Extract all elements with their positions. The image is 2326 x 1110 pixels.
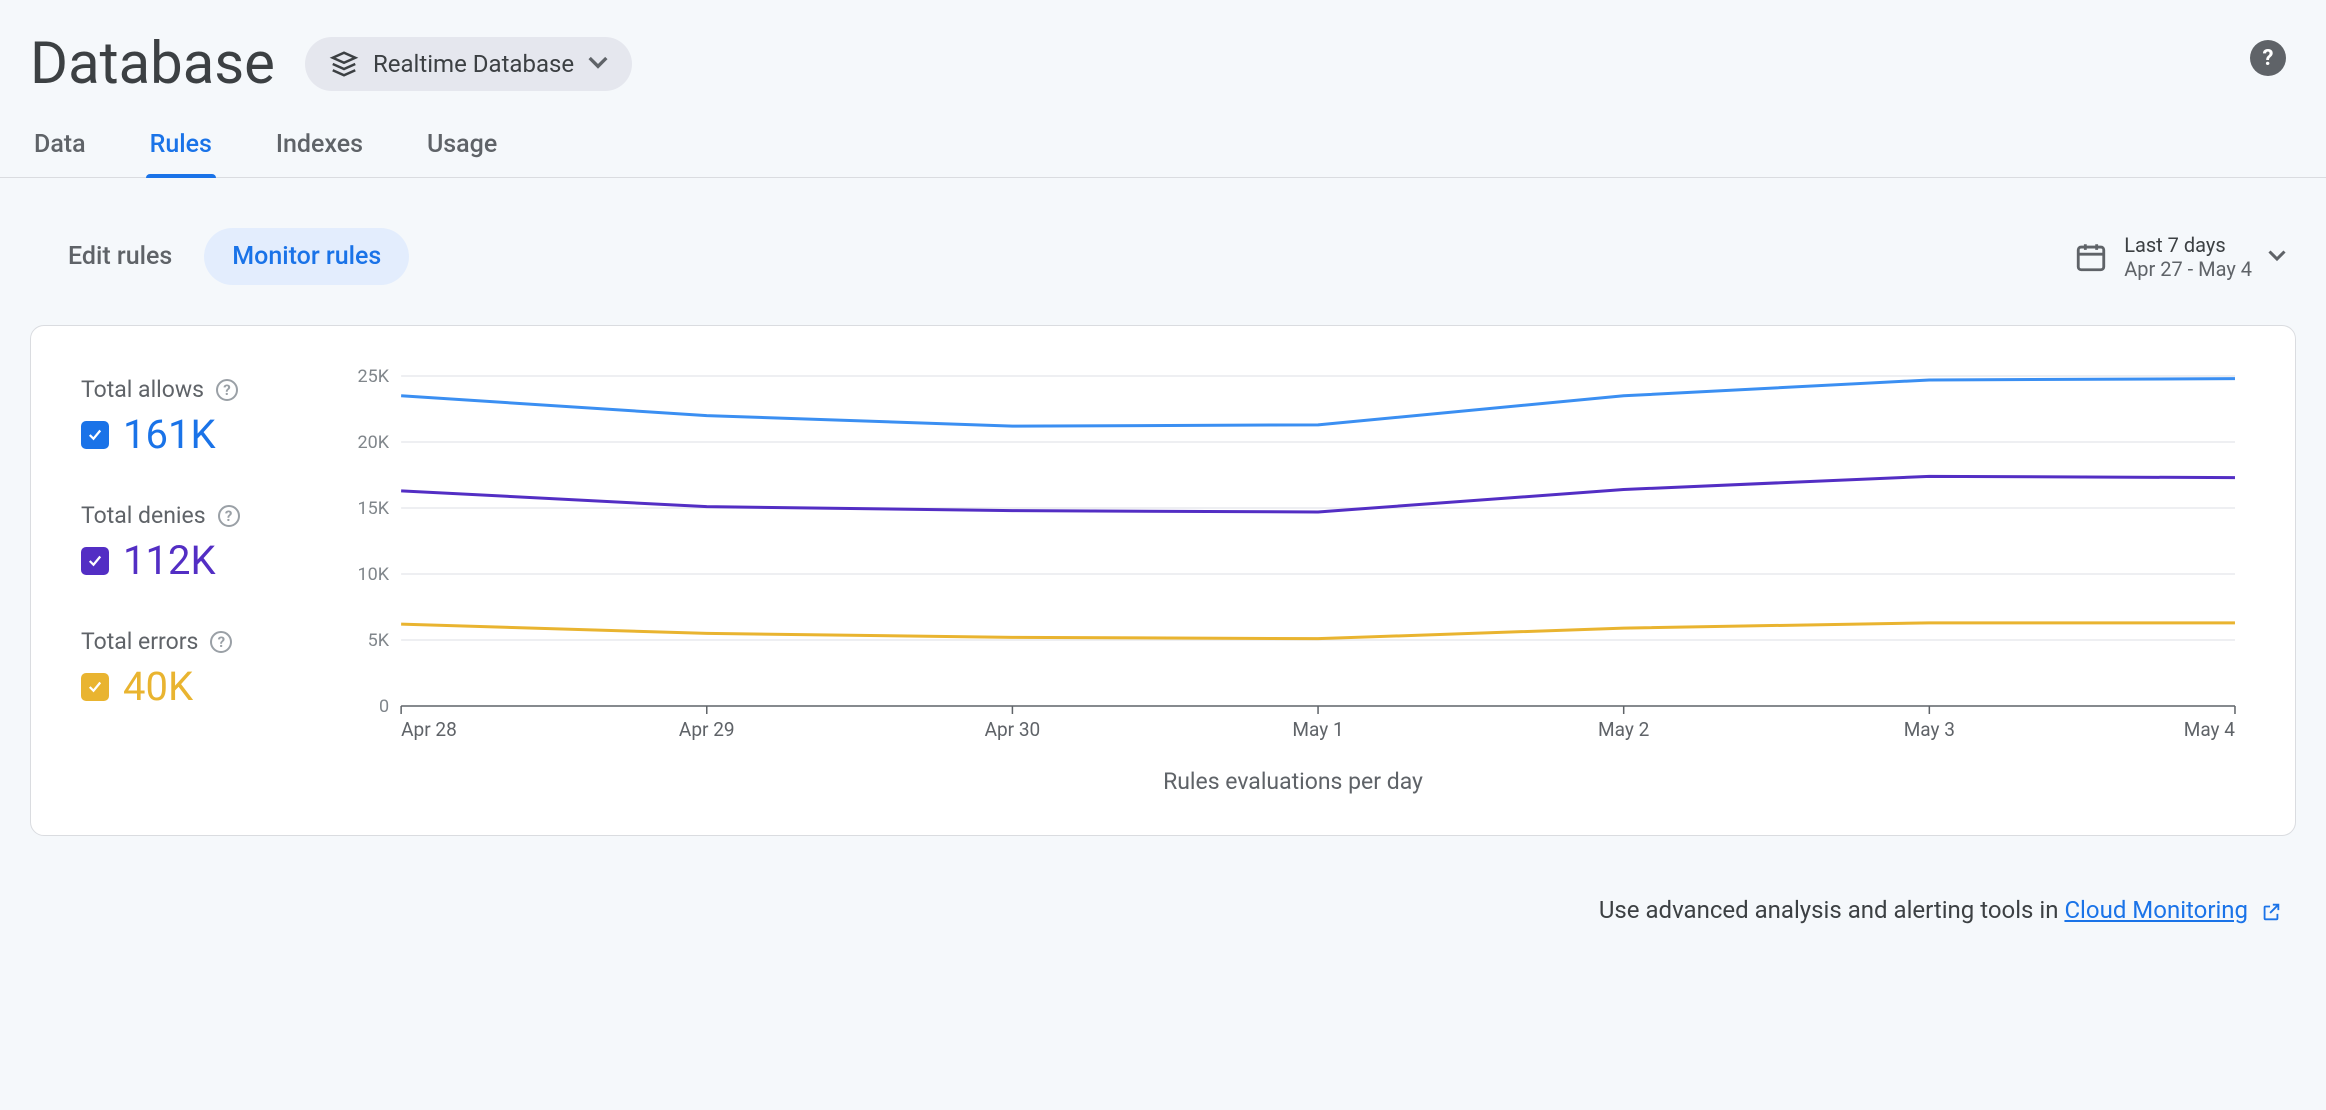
legend-errors-value: 40K [123, 663, 193, 710]
date-range-value: Apr 27 - May 4 [2124, 257, 2252, 281]
svg-text:5K: 5K [368, 630, 390, 651]
tab-data[interactable]: Data [30, 118, 90, 177]
date-range-picker[interactable]: Last 7 days Apr 27 - May 4 [2074, 233, 2286, 281]
database-icon [329, 49, 359, 79]
tab-indexes[interactable]: Indexes [272, 118, 367, 177]
legend-allows-label: Total allows [81, 376, 204, 403]
help-icon[interactable]: ? [218, 505, 240, 527]
svg-text:25K: 25K [358, 366, 390, 387]
legend-denies: Total denies ? 112K [81, 502, 311, 584]
subtab-monitor[interactable]: Monitor rules [204, 228, 409, 285]
help-icon[interactable]: ? [216, 379, 238, 401]
footer-text: Use advanced analysis and alerting tools… [0, 856, 2326, 964]
rules-chart: 0 5K 10K 15K 20K 25K Apr 28 Apr 29 Apr 30 May 1 Ma… [341, 366, 2245, 746]
svg-text:0: 0 [379, 696, 389, 717]
cloud-monitoring-link[interactable]: Cloud Monitoring [2064, 896, 2248, 924]
legend-errors-checkbox[interactable] [81, 673, 109, 701]
chevron-down-icon [2268, 247, 2286, 266]
calendar-icon [2074, 240, 2108, 274]
svg-text:May 2: May 2 [1598, 718, 1649, 741]
legend-denies-label: Total denies [81, 502, 206, 529]
date-range-label: Last 7 days [2124, 233, 2252, 257]
chart-x-label: Rules evaluations per day [341, 768, 2245, 795]
help-icon[interactable]: ? [210, 631, 232, 653]
legend-allows-checkbox[interactable] [81, 421, 109, 449]
chart-card: Total allows ? 161K Total denies ? 112K [30, 325, 2296, 836]
svg-text:Apr 30: Apr 30 [985, 718, 1041, 741]
legend-denies-checkbox[interactable] [81, 547, 109, 575]
sub-tabs: Edit rulesMonitor rules [40, 228, 409, 285]
svg-text:10K: 10K [358, 564, 390, 585]
database-selector-label: Realtime Database [373, 50, 574, 78]
svg-text:Apr 29: Apr 29 [679, 718, 735, 741]
footer-prefix: Use advanced analysis and alerting tools… [1599, 896, 2065, 924]
svg-text:May 4: May 4 [2184, 718, 2236, 741]
tab-rules[interactable]: Rules [146, 118, 216, 177]
help-icon[interactable]: ? [2250, 40, 2286, 76]
svg-text:May 3: May 3 [1904, 718, 1955, 741]
external-link-icon [2260, 901, 2282, 923]
legend-denies-value: 112K [123, 537, 216, 584]
svg-text:20K: 20K [358, 432, 390, 453]
legend-allows-value: 161K [123, 411, 216, 458]
legend-errors-label: Total errors [81, 628, 198, 655]
legend-errors: Total errors ? 40K [81, 628, 311, 710]
svg-text:15K: 15K [358, 498, 390, 519]
chevron-down-icon [588, 55, 608, 74]
database-selector[interactable]: Realtime Database [305, 37, 632, 91]
tab-usage[interactable]: Usage [423, 118, 501, 177]
chart-legend: Total allows ? 161K Total denies ? 112K [81, 366, 311, 795]
legend-allows: Total allows ? 161K [81, 376, 311, 458]
subtab-edit[interactable]: Edit rules [40, 228, 200, 285]
svg-text:May 1: May 1 [1292, 718, 1343, 741]
main-tabs: Data Rules Indexes Usage [0, 118, 2326, 178]
svg-text:Apr 28: Apr 28 [401, 718, 457, 741]
page-title: Database [30, 30, 275, 98]
